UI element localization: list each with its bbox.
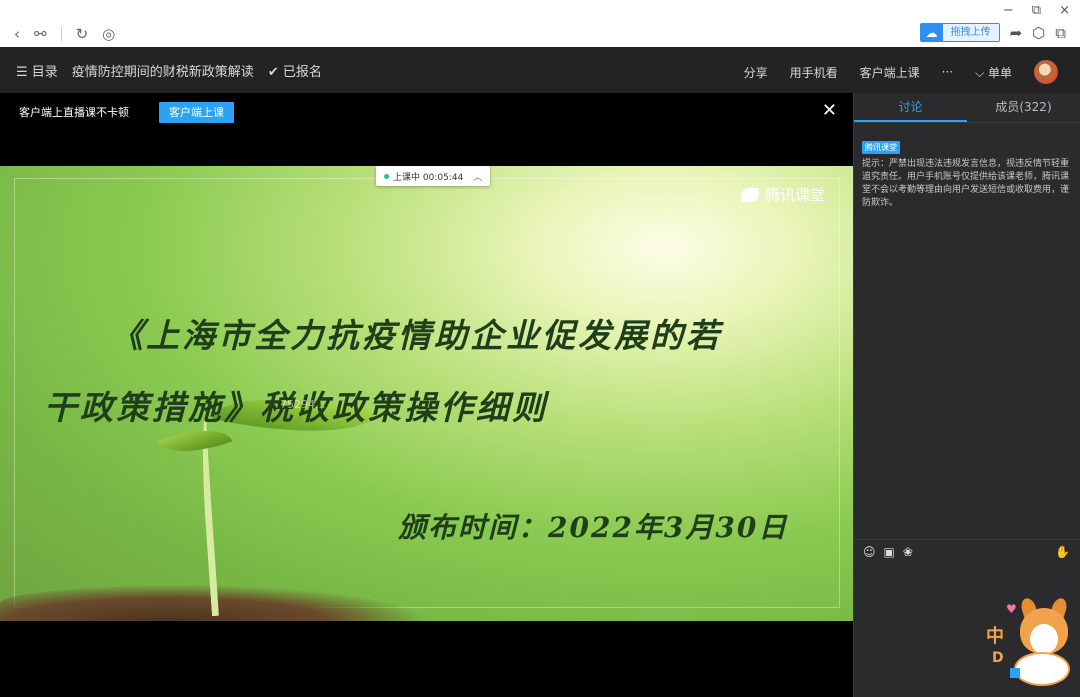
minimize-button[interactable]: − [1003, 3, 1014, 18]
course-title: 疫情防控期间的财税新政策解读 [71, 65, 254, 80]
back-icon[interactable]: ‹ [14, 25, 20, 43]
close-window-button[interactable]: × [1059, 3, 1070, 18]
slide-title-line1: 《上海市全力抗疫情助企业促发展的若 [110, 316, 722, 355]
browser-toolbar: ‹ ⚯ ↻ ◎ − ⧉ × ☁ 拖拽上传 ➦ ⬡ ⧉ [0, 0, 1080, 47]
brand-text: 腾讯课堂 [764, 186, 825, 204]
slide-date-line: 颁布时间：2022年3月30日 [398, 511, 789, 544]
mascot-blue-square [1010, 668, 1020, 678]
registered-status: ✔ 已报名 [267, 65, 322, 80]
corgi-body [1014, 652, 1070, 686]
cloud-icon: ☁ [920, 24, 943, 41]
view-mode-dropdown[interactable]: ⌵ 单单 [975, 64, 1012, 81]
notice-text: 提示：严禁出现违法违规发言信息，视违反情节轻重追究责任。用户手机账号仅提供给该课… [862, 159, 1070, 208]
upload-button[interactable]: ☁ 拖拽上传 [919, 23, 1000, 42]
upload-label: 拖拽上传 [942, 24, 999, 41]
chat-toolbar: ☺ ▣ ❀ ✋ [854, 539, 1080, 563]
share-arrow-icon[interactable]: ➦ [1010, 24, 1023, 42]
catalog-button[interactable]: ☰ 目录 [16, 61, 58, 80]
brand-watermark: 腾讯课堂 [740, 184, 825, 205]
more-button[interactable]: ··· [942, 65, 953, 79]
notice-badge: 腾讯课堂 [862, 141, 900, 154]
client-class-button[interactable]: 客户端上课 [860, 64, 920, 81]
tencent-classroom-logo-icon [740, 187, 759, 202]
share-button[interactable]: 分享 [744, 64, 768, 81]
live-dot-icon [384, 173, 389, 179]
presentation-slide[interactable]: 腾讯课堂 《上海市全力抗疫情助企业促发展的若 干政策措施》税收政策操作细则 75… [0, 166, 853, 621]
emoji-icon[interactable]: ☺ [863, 545, 876, 559]
nav-divider [60, 27, 62, 41]
side-panel: 讨论 成员(322) 腾讯课堂 提示：严禁出现违法违规发言信息，视违反情节轻重追… [853, 93, 1080, 697]
course-header: ☰ 目录 疫情防控期间的财税新政策解读 ✔ 已报名 分享 用手机看 客户端上课 … [0, 47, 1080, 93]
close-icon[interactable]: ✕ [822, 101, 837, 121]
corgi-mascot[interactable]: ♥ 中 D [984, 596, 1074, 693]
refresh-icon[interactable]: ↻ [76, 25, 89, 43]
banner-message: 客户端上直播课不卡顿 [19, 106, 129, 119]
browser-tools: ☁ 拖拽上传 ➦ ⬡ ⧉ [919, 23, 1066, 42]
copy-icon[interactable]: ⧉ [1055, 24, 1066, 42]
header-actions: 分享 用手机看 客户端上课 ··· ⌵ 单单 [744, 60, 1058, 84]
mascot-char-d: D [992, 650, 1004, 666]
corgi-face [1030, 624, 1058, 654]
restore-button[interactable]: ⧉ [1032, 3, 1041, 18]
user-watermark: 75294... [280, 398, 326, 411]
globe-icon[interactable]: ◎ [102, 25, 115, 43]
avatar[interactable] [1034, 60, 1058, 84]
browser-nav: ‹ ⚯ ↻ ◎ [14, 25, 115, 43]
mascot-char-zhong: 中 [986, 626, 1004, 647]
header-left: ☰ 目录 疫情防控期间的财税新政策解读 ✔ 已报名 [16, 61, 322, 80]
panel-tabs: 讨论 成员(322) [854, 93, 1080, 123]
raise-hand-icon[interactable]: ✋ [1055, 545, 1070, 559]
link-icon[interactable]: ⚯ [34, 25, 47, 43]
flower-icon[interactable]: ❀ [903, 545, 913, 559]
image-icon[interactable]: ▣ [884, 545, 895, 559]
live-status-text: 上课中 00:05:44 [393, 172, 464, 183]
system-notice: 腾讯课堂 提示：严禁出现违法违规发言信息，视违反情节轻重追究责任。用户手机账号仅… [854, 123, 1080, 210]
window-controls: − ⧉ × [1003, 3, 1070, 18]
cube-icon[interactable]: ⬡ [1032, 24, 1045, 42]
watch-on-phone-button[interactable]: 用手机看 [790, 64, 838, 81]
tab-members[interactable]: 成员(322) [967, 93, 1080, 122]
live-status-pill[interactable]: 上课中 00:05:44 ︿ [376, 166, 491, 186]
video-area: 客户端上直播课不卡顿 客户端上课 ✕ 腾讯课堂 《上海市全力抗疫情助企业促发展的… [0, 93, 853, 697]
chevron-up-icon: ︿ [473, 172, 483, 183]
heart-icon: ♥ [1006, 602, 1017, 616]
banner-client-button[interactable]: 客户端上课 [159, 101, 234, 123]
client-promo-banner: 客户端上直播课不卡顿 客户端上课 ✕ [0, 93, 853, 131]
app-window: ‹ ⚯ ↻ ◎ − ⧉ × ☁ 拖拽上传 ➦ ⬡ ⧉ ☰ 目录 疫情防控期间的财… [0, 0, 1080, 697]
tab-discussion[interactable]: 讨论 [854, 93, 967, 122]
